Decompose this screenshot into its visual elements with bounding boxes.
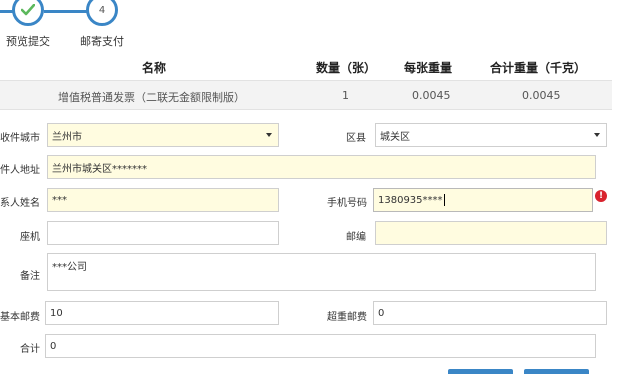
check-icon xyxy=(21,4,35,16)
district-value: 城关区 xyxy=(380,131,410,143)
base-postage-label: 基本邮费 xyxy=(0,312,40,323)
contact-value: *** xyxy=(52,194,67,206)
extra-postage-label: 超重邮费 xyxy=(327,312,367,323)
address-value: 兰州市城关区******* xyxy=(52,163,147,175)
extra-postage-value: 0 xyxy=(378,307,385,319)
postcode-label: 邮编 xyxy=(346,232,366,243)
postcode-input[interactable] xyxy=(375,221,607,245)
base-postage-input[interactable]: 10 xyxy=(45,301,279,325)
district-label: 区县 xyxy=(346,133,366,144)
error-icon: ! xyxy=(595,190,607,202)
total-label: 合计 xyxy=(20,344,40,355)
landline-input[interactable] xyxy=(47,221,279,245)
step-label-preview: 预览提交 xyxy=(6,35,50,48)
phone-label: 手机号码 xyxy=(327,198,367,209)
col-unit-weight: 每张重量 xyxy=(404,61,453,75)
district-select[interactable]: 城关区 xyxy=(375,123,607,147)
contact-input[interactable]: *** xyxy=(47,188,279,212)
step-number: 4 xyxy=(98,4,106,16)
col-name: 名称 xyxy=(142,61,167,75)
cell-unit-weight: 0.0045 xyxy=(412,89,451,102)
contact-label: 系人姓名 xyxy=(0,198,40,209)
step-circle-current: 4 xyxy=(86,0,118,26)
col-qty: 数量（张） xyxy=(316,61,377,75)
base-postage-value: 10 xyxy=(50,307,63,319)
remark-textarea[interactable]: ***公司 xyxy=(47,253,596,291)
remark-value: ***公司 xyxy=(52,262,87,273)
city-select[interactable]: 兰州市 xyxy=(47,123,279,147)
chevron-down-icon xyxy=(594,133,600,137)
landline-label: 座机 xyxy=(20,232,40,243)
phone-value: 1380935**** xyxy=(378,194,443,206)
city-label: 收件城市 xyxy=(0,133,40,144)
cell-total-weight: 0.0045 xyxy=(522,89,561,102)
chevron-down-icon xyxy=(266,133,272,137)
step-circle-done xyxy=(12,0,44,26)
city-value: 兰州市 xyxy=(52,131,82,143)
total-value: 0 xyxy=(50,340,57,352)
phone-input[interactable]: 1380935**** xyxy=(373,188,593,212)
cancel-button[interactable] xyxy=(524,369,589,374)
cell-qty: 1 xyxy=(342,89,349,102)
table-row: 增值税普通发票（二联无金额限制版） 1 0.0045 0.0045 xyxy=(0,80,612,110)
address-input[interactable]: 兰州市城关区******* xyxy=(47,155,596,179)
step-connector xyxy=(44,10,88,13)
total-input[interactable]: 0 xyxy=(45,334,596,358)
submit-button[interactable] xyxy=(448,369,513,374)
col-total-weight: 合计重量（千克） xyxy=(490,61,587,75)
extra-postage-input[interactable]: 0 xyxy=(373,301,607,325)
table-header: 名称 数量（张） 每张重量 合计重量（千克） xyxy=(0,55,612,79)
cell-name: 增值税普通发票（二联无金额限制版） xyxy=(58,91,245,104)
step-label-mail-pay: 邮寄支付 xyxy=(80,35,124,48)
text-cursor xyxy=(443,194,445,206)
address-label: 件人地址 xyxy=(0,165,40,176)
remark-label: 备注 xyxy=(20,271,40,282)
